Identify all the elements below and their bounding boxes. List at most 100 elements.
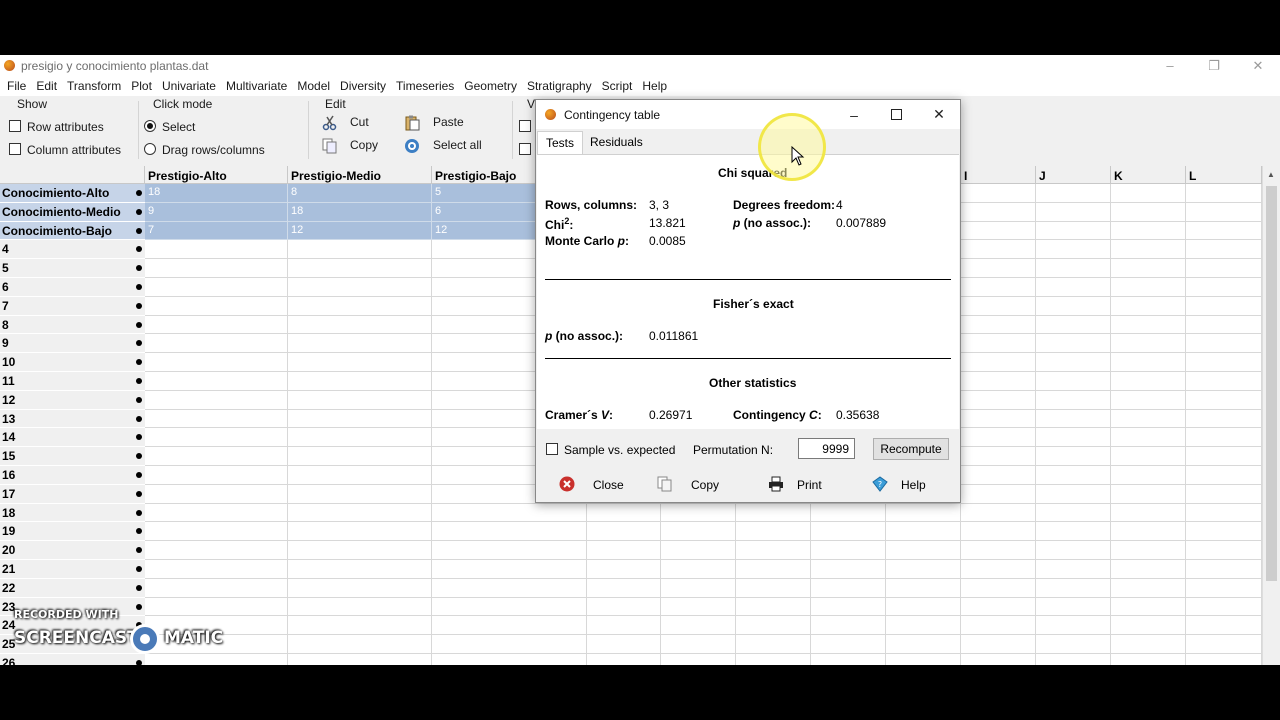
grid-cell[interactable] — [145, 240, 288, 260]
grid-cell[interactable] — [1186, 466, 1262, 485]
grid-cell[interactable] — [145, 466, 288, 485]
grid-cell[interactable] — [1111, 278, 1186, 297]
grid-cell[interactable] — [961, 597, 1036, 617]
grid-cell[interactable] — [1111, 390, 1186, 410]
grid-cell[interactable] — [288, 240, 432, 260]
grid-cell[interactable] — [1111, 296, 1186, 316]
menu-stratigraphy[interactable]: Stratigraphy — [522, 79, 597, 93]
row-header[interactable]: 22 — [0, 578, 145, 598]
grid-cell[interactable] — [1111, 240, 1186, 260]
grid-cell[interactable] — [961, 278, 1036, 297]
paste-button[interactable]: Paste — [433, 115, 464, 129]
permutation-input[interactable]: 9999 — [798, 438, 855, 459]
grid-cell[interactable] — [432, 654, 587, 665]
grid-cell[interactable] — [288, 466, 432, 485]
grid-cell[interactable] — [432, 522, 587, 542]
grid-cell[interactable] — [1036, 597, 1111, 617]
grid-cell[interactable] — [1036, 390, 1111, 410]
row-header[interactable]: Conocimiento-Medio — [0, 202, 145, 222]
grid-cell[interactable] — [1036, 428, 1111, 448]
row-header[interactable]: 12 — [0, 390, 145, 410]
grid-cell[interactable] — [1111, 372, 1186, 391]
grid-cell[interactable] — [145, 522, 288, 542]
help-icon[interactable]: ? — [872, 476, 888, 492]
grid-cell[interactable] — [1186, 409, 1262, 429]
row-attributes-checkbox[interactable] — [9, 120, 21, 132]
grid-cell[interactable] — [1036, 202, 1111, 222]
grid-cell[interactable] — [661, 578, 736, 598]
grid-cell[interactable] — [811, 616, 886, 636]
grid-cell[interactable] — [886, 597, 961, 617]
grid-cell[interactable] — [961, 484, 1036, 504]
grid-cell[interactable] — [1036, 578, 1111, 598]
select-radio[interactable] — [144, 120, 156, 132]
grid-cell[interactable] — [961, 522, 1036, 542]
grid-cell[interactable] — [1111, 202, 1186, 222]
grid-cell[interactable] — [288, 447, 432, 466]
grid-cell[interactable] — [1111, 597, 1186, 617]
grid-cell[interactable] — [1111, 541, 1186, 560]
grid-cell[interactable] — [288, 259, 432, 278]
grid-cell[interactable] — [432, 635, 587, 654]
column-header[interactable]: J — [1036, 166, 1111, 184]
grid-cell[interactable] — [1036, 409, 1111, 429]
grid-cell[interactable] — [961, 503, 1036, 523]
grid-cell[interactable] — [1036, 654, 1111, 665]
drag-radio[interactable] — [144, 143, 156, 155]
grid-cell[interactable] — [1186, 372, 1262, 391]
printer-icon[interactable] — [768, 476, 784, 492]
row-header[interactable]: 17 — [0, 484, 145, 504]
grid-cell[interactable] — [432, 560, 587, 579]
grid-cell[interactable] — [288, 428, 432, 448]
grid-cell[interactable] — [1111, 334, 1186, 354]
grid-cell[interactable] — [145, 428, 288, 448]
row-header[interactable]: Conocimiento-Bajo — [0, 221, 145, 241]
grid-cell[interactable] — [736, 597, 811, 617]
tab-tests[interactable]: Tests — [537, 131, 584, 154]
grid-cell[interactable] — [811, 597, 886, 617]
copy-button[interactable]: Copy — [350, 138, 378, 152]
copy-results-button[interactable]: Copy — [691, 478, 719, 492]
column-header[interactable]: K — [1111, 166, 1186, 184]
dialog-titlebar[interactable]: Contingency table – ✕ — [536, 100, 960, 129]
grid-cell[interactable] — [145, 315, 288, 335]
close-window-button[interactable]: ✕ — [1236, 55, 1280, 76]
grid-cell[interactable] — [1036, 221, 1111, 241]
view-checkbox-1[interactable] — [519, 120, 531, 132]
grid-cell[interactable] — [961, 202, 1036, 222]
tab-residuals[interactable]: Residuals — [582, 131, 651, 154]
sample-vs-expected-checkbox[interactable] — [546, 443, 558, 455]
select-all-button[interactable]: Select all — [433, 138, 482, 152]
dialog-minimize-button[interactable]: – — [833, 100, 875, 129]
row-header[interactable]: 26 — [0, 654, 145, 665]
grid-cell[interactable] — [1036, 278, 1111, 297]
grid-cell[interactable] — [1036, 447, 1111, 466]
grid-cell[interactable] — [288, 541, 432, 560]
grid-cell[interactable] — [1186, 597, 1262, 617]
grid-cell[interactable] — [1186, 184, 1262, 203]
grid-cell[interactable] — [432, 616, 587, 636]
grid-cell[interactable]: 18 — [288, 202, 432, 222]
close-icon[interactable] — [559, 476, 575, 492]
grid-cell[interactable] — [288, 390, 432, 410]
row-header[interactable]: 11 — [0, 372, 145, 391]
column-header[interactable]: Prestigio-Alto — [145, 166, 288, 184]
grid-cell[interactable] — [587, 635, 661, 654]
grid-cell[interactable] — [288, 522, 432, 542]
grid-cell[interactable] — [1111, 315, 1186, 335]
grid-cell[interactable] — [961, 296, 1036, 316]
row-header[interactable]: 21 — [0, 560, 145, 579]
grid-cell[interactable] — [886, 560, 961, 579]
grid-cell[interactable] — [145, 390, 288, 410]
grid-cell[interactable] — [961, 184, 1036, 203]
grid-cell[interactable]: 9 — [145, 202, 288, 222]
grid-cell[interactable] — [1186, 315, 1262, 335]
grid-cell[interactable] — [288, 503, 432, 523]
menu-help[interactable]: Help — [637, 79, 672, 93]
row-header[interactable]: 14 — [0, 428, 145, 448]
grid-cell[interactable] — [432, 503, 587, 523]
minimize-button[interactable]: – — [1148, 55, 1192, 76]
grid-cell[interactable] — [811, 578, 886, 598]
grid-cell[interactable] — [587, 503, 661, 523]
grid-cell[interactable] — [432, 578, 587, 598]
